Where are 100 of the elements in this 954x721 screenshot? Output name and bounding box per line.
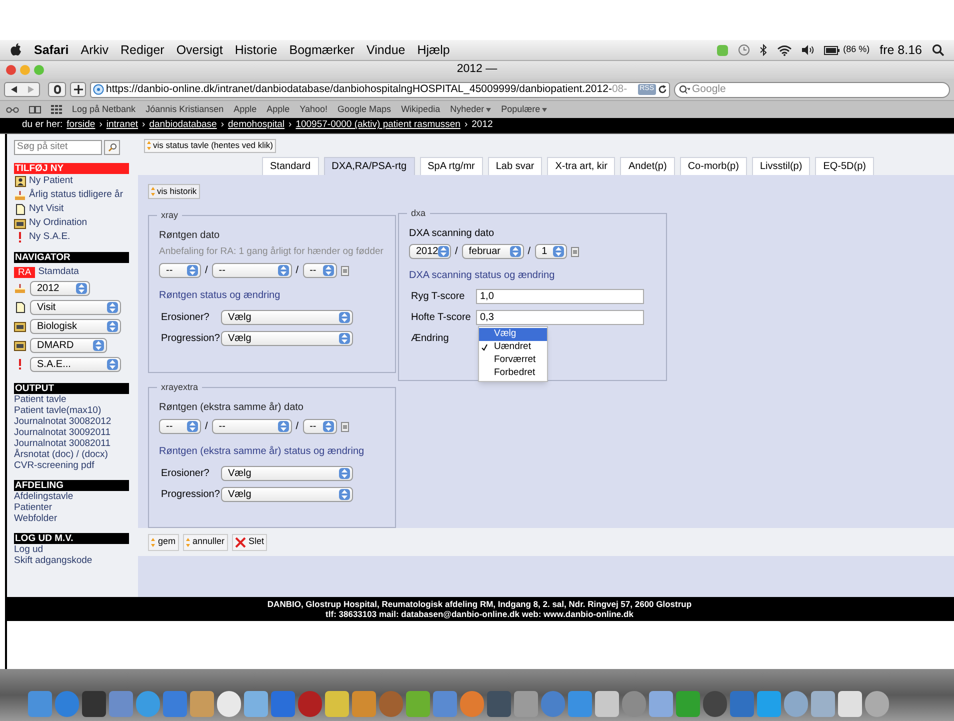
sidebar-link[interactable]: Stamdata — [38, 265, 79, 280]
sidebar-link[interactable]: Afdelingstavle — [14, 491, 74, 502]
dropdown[interactable]: -- — [302, 419, 337, 434]
menu-option[interactable]: Forværret — [479, 354, 547, 367]
tab[interactable]: Co-morb(p) — [680, 157, 747, 175]
menu-item[interactable]: Hjælp — [417, 40, 450, 60]
glasses-icon[interactable] — [6, 106, 19, 113]
dropdown[interactable]: Vælg — [221, 331, 353, 346]
dropdown[interactable]: -- — [302, 263, 337, 278]
history-button[interactable]: vis historik — [148, 184, 200, 199]
breadcrumb-link[interactable]: intranet — [106, 118, 138, 133]
app-icon[interactable] — [217, 691, 241, 717]
sidebar-link[interactable]: Patient tavle(max10) — [14, 405, 102, 416]
dropdown[interactable]: 1 — [534, 244, 567, 259]
clock-text[interactable]: fre 8.16 — [880, 40, 922, 60]
search-button[interactable] — [104, 140, 120, 155]
breadcrumb-link[interactable]: danbiodatabase — [149, 118, 217, 133]
dropdown[interactable]: S.A.E... — [30, 357, 121, 372]
bookmark-link[interactable]: Yahoo! — [300, 102, 328, 116]
dropdown[interactable]: -- — [212, 263, 292, 278]
dropdown[interactable]: Biologisk — [30, 319, 121, 334]
bookmark-link[interactable]: Apple — [266, 102, 290, 116]
breadcrumb-link[interactable]: demohospital — [228, 118, 285, 133]
menu-option[interactable]: Forbedret — [479, 367, 547, 380]
sidebar-link[interactable]: Ny S.A.E. — [29, 230, 70, 244]
dropdown[interactable]: Visit — [30, 300, 121, 316]
t-score-field[interactable]: 1,0 — [476, 289, 644, 304]
bookmark-link[interactable]: Nyheder — [450, 102, 492, 116]
ra-badge[interactable]: RA — [14, 266, 36, 278]
calendar-icon[interactable] — [570, 246, 579, 256]
calendar-icon[interactable] — [340, 266, 349, 276]
menu-item[interactable]: Rediger — [120, 40, 164, 60]
dropdown[interactable]: 2012 — [409, 244, 451, 259]
bluetooth-icon[interactable] — [760, 44, 768, 56]
menu-item[interactable]: Vindue — [366, 40, 406, 60]
cancel-button[interactable]: annuller — [182, 534, 228, 550]
apple-logo-icon[interactable] — [10, 43, 22, 57]
zoom-button[interactable] — [34, 65, 44, 75]
tab[interactable]: EQ-5D(p) — [815, 157, 874, 175]
bookmark-link[interactable]: Populære — [501, 102, 548, 116]
tab[interactable]: Andet(p) — [620, 157, 675, 175]
sidebar-link[interactable]: Journalnotat 30092011 — [14, 427, 110, 438]
dropdown[interactable]: Vælg — [221, 487, 353, 502]
breadcrumb-link[interactable]: forside — [66, 118, 96, 133]
bookmark-link[interactable]: Google Maps — [338, 102, 392, 116]
sidebar-link[interactable]: Årsnotat (doc) / (docx) — [14, 449, 108, 460]
sidebar-link[interactable]: Patienter — [14, 502, 52, 514]
app-icon[interactable] — [865, 691, 889, 717]
dropdown[interactable]: 2012 — [30, 281, 90, 296]
sidebar-link[interactable]: Årlig status tidligere år — [29, 188, 123, 202]
status-board-button[interactable]: vis status tavle (hentes ved klik) — [144, 138, 276, 152]
tab[interactable]: DXA,RA/PSA-rtg — [324, 157, 415, 175]
menu-item[interactable]: Arkiv — [80, 40, 109, 60]
dropdown[interactable]: -- — [159, 263, 201, 278]
wifi-icon[interactable] — [777, 44, 792, 56]
app-icon[interactable] — [460, 691, 484, 717]
app-icon[interactable] — [784, 691, 808, 717]
menu-item[interactable]: Historie — [234, 40, 278, 60]
dropdown[interactable]: februar — [462, 244, 524, 259]
app-icon[interactable] — [136, 691, 160, 717]
battery-icon[interactable] — [824, 46, 840, 54]
menu-item[interactable]: Bogmærker — [289, 40, 355, 60]
sidebar-link[interactable]: Webfolder — [14, 513, 58, 524]
bookmark-link[interactable]: Wikipedia — [401, 102, 440, 116]
t-score-field[interactable]: 0,3 — [476, 310, 644, 325]
bookmark-link[interactable]: Log på Netbank — [72, 102, 136, 116]
sidebar-link[interactable]: Skift adgangskode — [14, 555, 92, 566]
menu-option[interactable]: Uændret — [479, 341, 547, 354]
reload-icon[interactable] — [658, 85, 667, 94]
search-icon[interactable] — [932, 44, 944, 56]
dropdown[interactable]: DMARD — [30, 338, 107, 354]
sidebar-link[interactable]: Journalnotat 30082011 — [14, 438, 110, 450]
close-window-button[interactable] — [6, 65, 16, 75]
sidebar-link[interactable]: Log ud — [14, 544, 44, 556]
back-forward-button[interactable] — [4, 82, 40, 97]
dropdown[interactable]: Vælg — [221, 466, 353, 481]
site-search-field[interactable]: Søg på sitet — [14, 140, 102, 155]
menu-item[interactable]: Safari — [34, 40, 69, 60]
grid-icon[interactable] — [51, 105, 62, 114]
app-icon[interactable] — [703, 691, 727, 717]
menu-item[interactable]: Oversigt — [176, 40, 223, 60]
tab[interactable]: Livsstil(p) — [752, 157, 810, 175]
sidebar-link[interactable]: Ny Patient — [29, 174, 73, 188]
bookmark-link[interactable]: Apple — [234, 102, 257, 116]
save-button[interactable]: gem — [148, 534, 179, 550]
sidebar-link[interactable]: Ny Ordination — [29, 216, 88, 230]
clock-icon[interactable] — [738, 44, 750, 56]
dropdown[interactable]: -- — [159, 419, 201, 434]
delete-button[interactable]: Slet — [232, 534, 268, 550]
menu-option[interactable]: Vælg — [479, 328, 547, 341]
speaker-icon[interactable] — [802, 45, 814, 55]
sidebar-link[interactable]: Patient tavle — [14, 394, 66, 406]
book-icon[interactable] — [29, 105, 41, 114]
dropdown[interactable]: -- — [212, 419, 292, 434]
tab[interactable]: SpA rtg/mr — [420, 157, 483, 175]
search-field[interactable]: Google — [674, 82, 950, 98]
tab[interactable]: X-tra art, kir — [547, 157, 616, 175]
reader-button[interactable] — [48, 82, 66, 97]
sidebar-link[interactable]: Nyt Visit — [29, 202, 64, 216]
sidebar-link[interactable]: Journalnotat 30082012 — [14, 416, 112, 428]
